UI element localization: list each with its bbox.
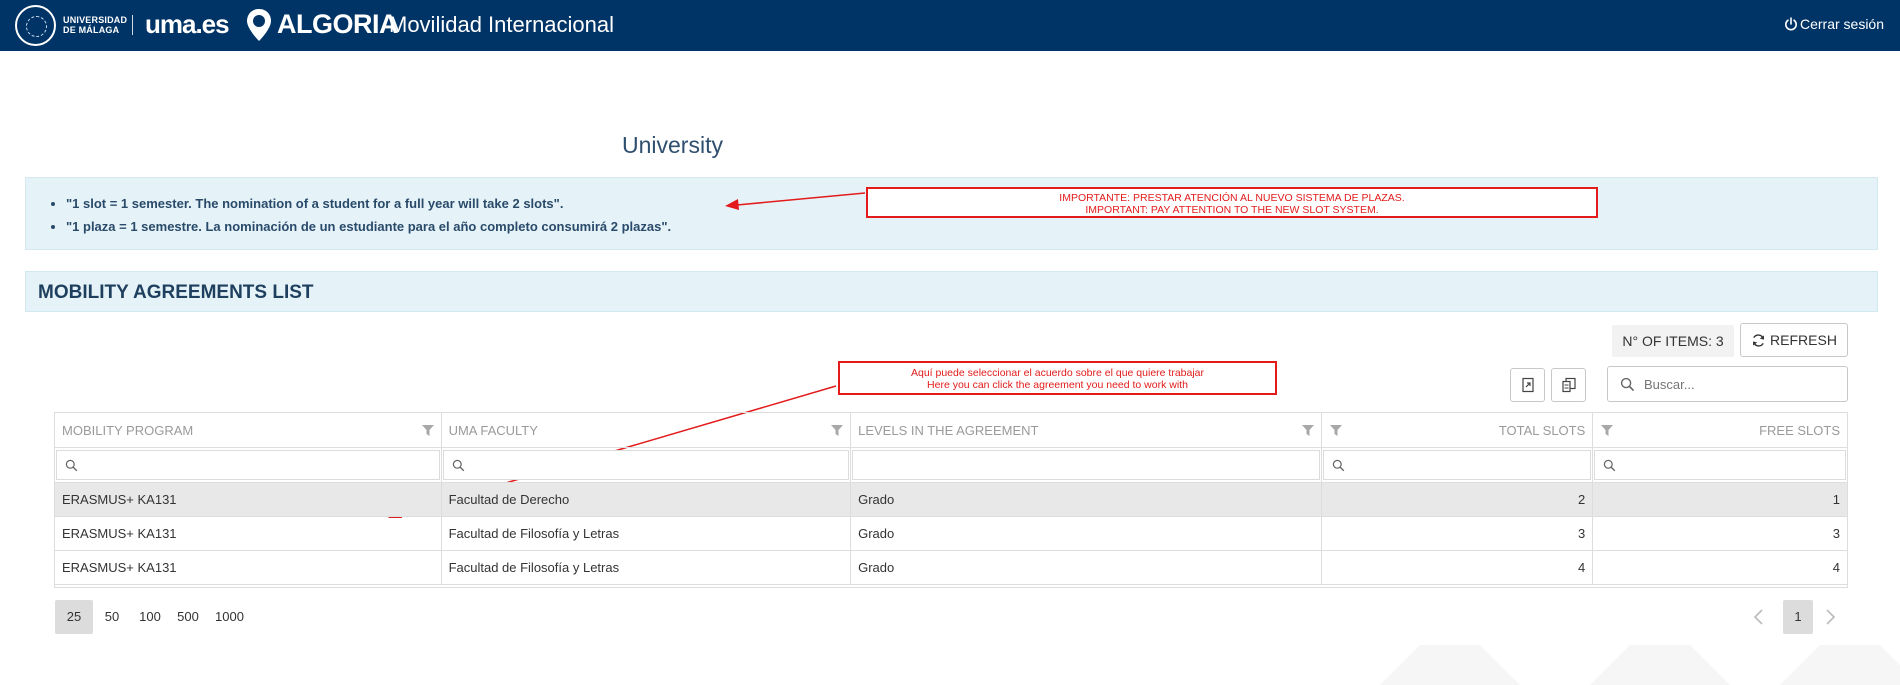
filter-icon[interactable] [421,425,434,436]
slot-note-english: "1 slot = 1 semester. The nomination of … [66,192,671,215]
power-icon [1785,17,1797,31]
chevron-left-icon [1753,609,1763,625]
section-title: MOBILITY AGREEMENTS LIST [38,282,314,303]
column-header-total-slots[interactable]: TOTAL SLOTS [1322,413,1594,447]
cell-level: Grado [851,551,1322,584]
cell-level: Grado [851,517,1322,550]
filter-input-total-slots[interactable] [1322,450,1592,480]
grid-filter-row [55,448,1847,483]
column-header-mobility-program[interactable]: MOBILITY PROGRAM [55,413,442,447]
page-size-option[interactable]: 25 [55,600,93,634]
filter-input-levels[interactable] [852,450,1320,480]
column-header-label: UMA FACULTY [448,422,538,438]
column-header-levels[interactable]: LEVELS IN THE AGREEMENT [851,413,1322,447]
filter-cell-levels [851,448,1322,482]
top-bar: UNIVERSIDAD DE MÁLAGA uma.es ALGORIA Mov… [0,0,1900,51]
export-icon [1521,377,1534,393]
filter-cell-total-slots [1322,448,1594,482]
app-name: Movilidad Internacional [389,12,615,37]
chevron-right-icon [1826,609,1836,625]
cell-uma-faculty: Facultad de Filosofía y Letras [442,551,852,584]
cell-mobility-program: ERASMUS+ KA131 [55,517,442,550]
refresh-icon [1753,333,1764,347]
items-count-badge: N° OF ITEMS: 3 [1612,325,1734,357]
cell-total-slots: 4 [1322,551,1594,584]
column-header-label: FREE SLOTS [1759,422,1840,438]
logout-button[interactable]: Cerrar sesión [1783,16,1884,32]
column-header-label: MOBILITY PROGRAM [62,422,194,438]
column-header-label: TOTAL SLOTS [1498,422,1586,438]
search-input[interactable] [1644,376,1834,392]
cell-level: Grado [851,483,1322,516]
agreement-annotation-line2: Here you can click the agreement you nee… [927,379,1188,391]
uma-brand-logo[interactable]: uma.es [145,9,230,40]
search-icon [1620,377,1635,391]
slot-info-list: "1 slot = 1 semester. The nomination of … [66,192,671,238]
search-icon [452,459,464,471]
refresh-button[interactable]: REFRESH [1740,323,1848,357]
grid-header-row: MOBILITY PROGRAM UMA FACULTY LEVELS IN T… [55,413,1847,448]
slot-note-spanish: "1 plaza = 1 semestre. La nominación de … [66,215,671,238]
cell-mobility-program: ERASMUS+ KA131 [55,551,442,584]
university-name-line2: DE MÁLAGA [63,25,120,35]
university-name-line1: UNIVERSIDAD [63,15,128,25]
cell-uma-faculty: Facultad de Derecho [442,483,852,516]
search-icon [1604,459,1616,471]
cell-uma-faculty: Facultad de Filosofía y Letras [442,517,852,550]
filter-icon[interactable] [831,425,844,436]
algoria-logo[interactable]: ALGORIA [277,9,399,40]
agreements-grid: MOBILITY PROGRAM UMA FACULTY LEVELS IN T… [54,412,1848,588]
cell-total-slots: 3 [1322,517,1594,550]
cell-free-slots: 3 [1832,526,1840,541]
column-header-free-slots[interactable]: FREE SLOTS [1593,413,1847,447]
filter-cell-uma-faculty [442,448,852,482]
filter-icon[interactable] [1329,425,1342,436]
next-page-button[interactable] [1823,600,1837,634]
prev-page-button[interactable] [1752,600,1766,634]
table-row[interactable]: ERASMUS+ KA131 Facultad de Filosofía y L… [55,551,1847,585]
logo-divider [132,15,133,35]
filter-input-free-slots[interactable] [1594,450,1846,480]
refresh-label: REFRESH [1770,332,1837,348]
cell-free-slots: 4 [1832,560,1840,575]
page-title: University [622,132,723,158]
university-seal-logo [15,5,56,46]
search-icon [1332,459,1344,471]
filter-icon[interactable] [1601,425,1614,436]
filter-cell-free-slots [1593,448,1847,482]
filter-cell-mobility-program [55,448,442,482]
page-size-option[interactable]: 1000 [207,600,252,634]
cell-mobility-program: ERASMUS+ KA131 [55,483,442,516]
section-header: MOBILITY AGREEMENTS LIST [25,271,1878,312]
table-row[interactable]: ERASMUS+ KA131 Facultad de Filosofía y L… [55,517,1847,551]
university-name: UNIVERSIDAD DE MÁLAGA [63,15,127,35]
column-header-uma-faculty[interactable]: UMA FACULTY [442,413,852,447]
filter-input-uma-faculty[interactable] [442,450,850,480]
search-box[interactable] [1607,366,1848,402]
algoria-pin-icon [247,9,271,41]
filter-icon[interactable] [1301,425,1314,436]
search-icon [65,459,78,471]
cell-total-slots: 2 [1322,483,1594,516]
cell-free-slots: 1 [1832,492,1840,507]
agreement-select-annotation: Aquí puede seleccionar el acuerdo sobre … [838,361,1277,395]
page-number-current[interactable]: 1 [1783,600,1813,634]
page-size-option[interactable]: 50 [93,600,131,634]
column-chooser-button[interactable] [1551,368,1586,402]
slot-annotation-line1: IMPORTANTE: PRESTAR ATENCIÓN AL NUEVO SI… [1059,192,1405,204]
slot-annotation-line2: IMPORTANT: PAY ATTENTION TO THE NEW SLOT… [1085,204,1379,216]
background-watermark [1380,645,1900,685]
logout-label: Cerrar sesión [1799,16,1884,32]
agreement-annotation-line1: Aquí puede seleccionar el acuerdo sobre … [910,367,1205,379]
filter-input-mobility-program[interactable] [56,450,440,480]
page-size-option[interactable]: 100 [131,600,169,634]
page-size-selector: 25 50 100 500 1000 [55,600,252,634]
column-header-label: LEVELS IN THE AGREEMENT [858,422,1039,438]
table-row[interactable]: ERASMUS+ KA131 Facultad de Derecho Grado… [55,483,1847,517]
export-button[interactable] [1510,368,1545,402]
page-size-option[interactable]: 500 [169,600,207,634]
column-chooser-icon [1561,377,1576,393]
slot-system-annotation: IMPORTANTE: PRESTAR ATENCIÓN AL NUEVO SI… [866,187,1598,218]
